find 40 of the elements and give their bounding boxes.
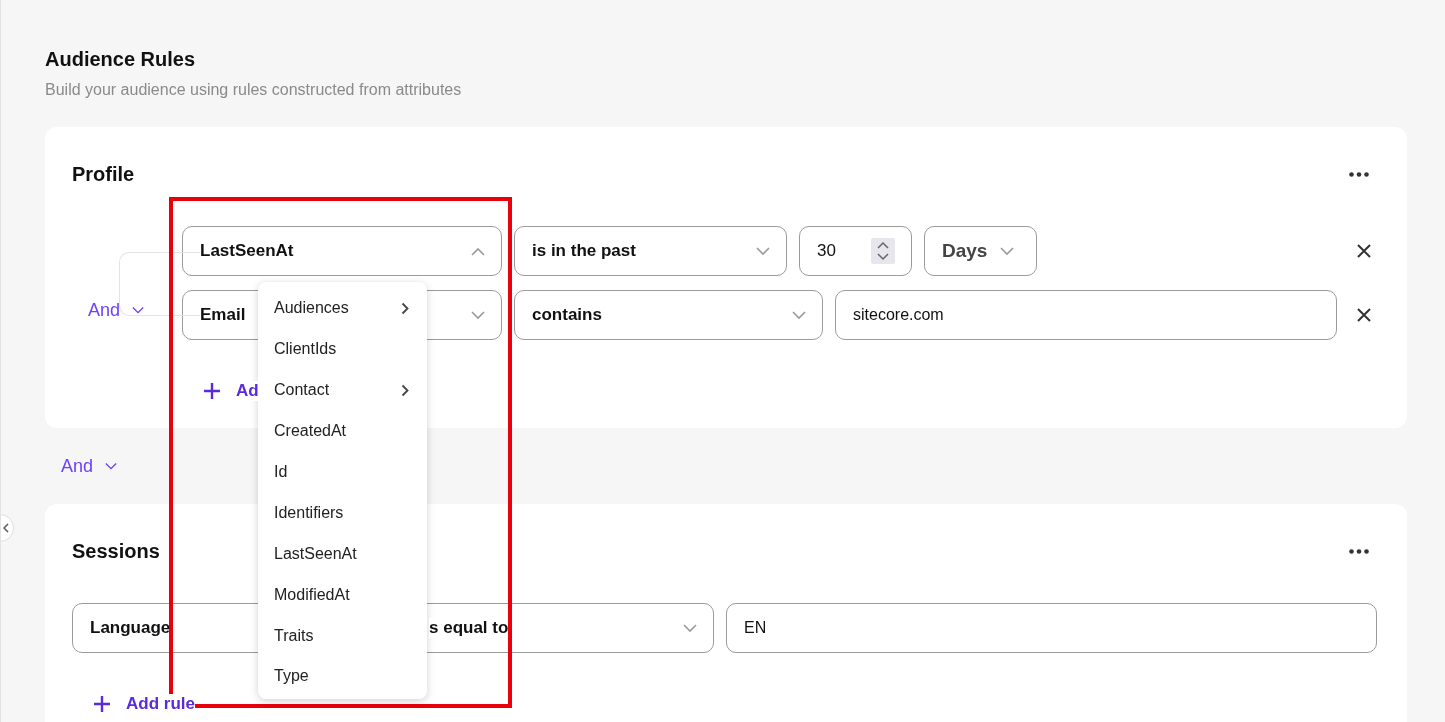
add-rule-button[interactable]: Ad bbox=[236, 381, 259, 401]
spinner-icon[interactable] bbox=[871, 238, 895, 264]
chevron-down-icon bbox=[683, 623, 697, 633]
menu-item[interactable]: LastSeenAt bbox=[258, 533, 427, 575]
chevron-left-icon bbox=[3, 523, 9, 533]
menu-item[interactable]: Type bbox=[258, 656, 427, 697]
operator-select[interactable]: is in the past bbox=[514, 226, 787, 276]
value-field[interactable]: EN bbox=[726, 603, 1377, 653]
menu-item[interactable]: CreatedAt bbox=[258, 410, 427, 452]
close-icon[interactable] bbox=[1356, 243, 1372, 259]
chevron-right-icon bbox=[401, 301, 409, 315]
chevron-down-icon bbox=[756, 246, 770, 256]
section-title: Profile bbox=[72, 162, 135, 186]
attribute-select[interactable]: LastSeenAt bbox=[182, 226, 502, 276]
chevron-right-icon bbox=[401, 383, 409, 397]
chevron-down-icon bbox=[1000, 246, 1014, 256]
plus-icon bbox=[93, 695, 111, 713]
close-icon[interactable] bbox=[1356, 307, 1372, 323]
chevron-down-icon bbox=[105, 461, 118, 471]
number-field[interactable]: 30 bbox=[799, 226, 912, 276]
logic-operator-dropdown[interactable]: And bbox=[88, 299, 145, 321]
logic-operator-dropdown[interactable]: And bbox=[45, 455, 118, 477]
menu-item[interactable]: Identifiers bbox=[258, 492, 427, 534]
chevron-up-icon bbox=[471, 246, 485, 256]
unit-select[interactable]: Days bbox=[924, 226, 1037, 276]
chevron-down-icon bbox=[792, 310, 806, 320]
value-field[interactable]: sitecore.com bbox=[835, 290, 1337, 340]
more-icon[interactable] bbox=[1349, 548, 1369, 554]
section-title: Sessions bbox=[72, 539, 160, 563]
operator-select[interactable]: contains bbox=[514, 290, 823, 340]
more-icon[interactable] bbox=[1349, 171, 1369, 177]
chevron-down-icon bbox=[471, 310, 485, 320]
menu-item[interactable]: Id bbox=[258, 451, 427, 493]
menu-item[interactable]: ClientIds bbox=[258, 328, 427, 370]
page-title: Audience Rules bbox=[45, 48, 197, 71]
menu-item[interactable]: Contact bbox=[258, 369, 427, 411]
menu-item[interactable]: Audiences bbox=[258, 288, 427, 329]
page-subtitle: Build your audience using rules constructed from attributes bbox=[45, 81, 463, 99]
chevron-down-icon bbox=[132, 305, 145, 315]
plus-icon bbox=[203, 382, 221, 400]
